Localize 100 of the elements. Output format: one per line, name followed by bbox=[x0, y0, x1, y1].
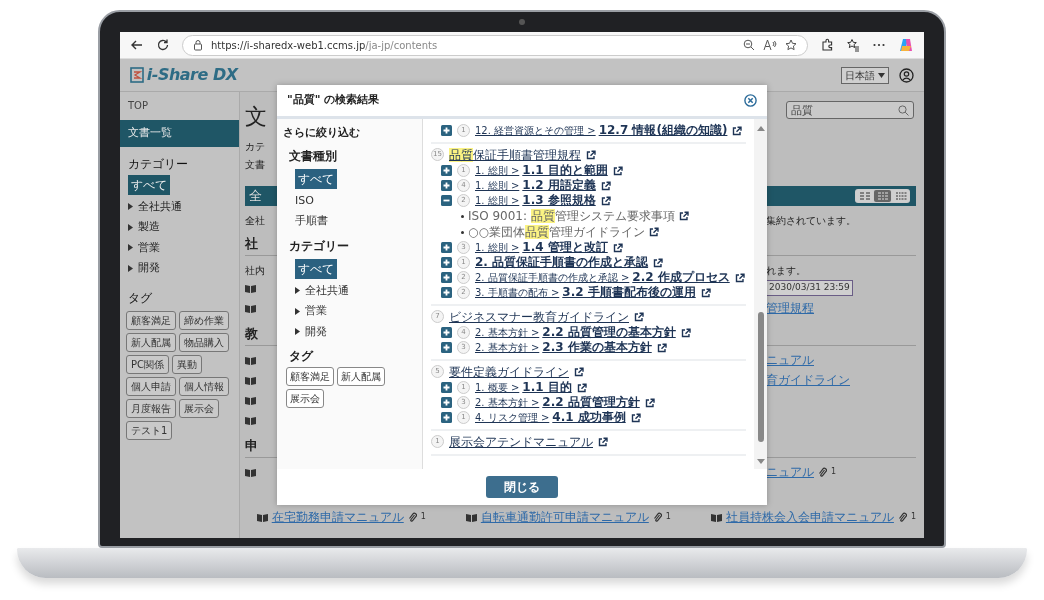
section-heading: 教 bbox=[244, 325, 258, 341]
external-link-icon bbox=[678, 211, 689, 221]
tag-chip[interactable]: 新人配属 bbox=[126, 332, 176, 352]
section-heading: 社 bbox=[244, 235, 258, 251]
tag-chip[interactable]: 顧客満足 bbox=[126, 310, 176, 330]
external-link-icon bbox=[586, 149, 596, 160]
expand-icon[interactable] bbox=[441, 327, 452, 338]
dialog-title: "品質" の検索結果 bbox=[287, 92, 380, 109]
tag-chip[interactable]: 展示会 bbox=[179, 398, 219, 418]
close-icon[interactable] bbox=[744, 94, 757, 107]
category-item[interactable]: 全社共通 bbox=[138, 198, 182, 215]
category-item[interactable]: 全社共通 bbox=[305, 282, 349, 299]
expand-icon[interactable] bbox=[441, 125, 452, 136]
book-icon bbox=[244, 283, 256, 293]
expand-triangle-icon[interactable] bbox=[295, 328, 300, 336]
copilot-icon[interactable] bbox=[898, 37, 914, 53]
expand-icon[interactable] bbox=[441, 412, 452, 423]
document-link[interactable]: 要件定義ガイドライン bbox=[449, 362, 569, 381]
back-icon[interactable] bbox=[130, 38, 144, 52]
close-button[interactable]: 閉じる bbox=[486, 476, 558, 498]
category-item[interactable]: 営業 bbox=[138, 239, 160, 256]
expand-icon[interactable] bbox=[441, 165, 452, 176]
category-item[interactable]: すべて bbox=[128, 174, 170, 195]
attachment-count: 1 bbox=[665, 511, 671, 523]
external-link-icon bbox=[600, 195, 611, 206]
scrollbar[interactable] bbox=[754, 119, 767, 469]
body-text: 文書 bbox=[244, 158, 265, 170]
scroll-down-icon[interactable] bbox=[756, 459, 765, 465]
expand-icon[interactable] bbox=[441, 180, 452, 191]
external-link-icon bbox=[644, 397, 655, 408]
paperclip-icon bbox=[897, 511, 907, 523]
tag-chip[interactable]: 展示会 bbox=[285, 388, 324, 408]
reload-icon[interactable] bbox=[156, 38, 170, 52]
attachment-count: 1 bbox=[910, 511, 916, 523]
expand-icon[interactable] bbox=[441, 287, 452, 298]
tag-chip[interactable]: 新人配属 bbox=[336, 367, 385, 386]
category-item[interactable]: 製造 bbox=[138, 219, 160, 236]
external-link-icon bbox=[653, 257, 664, 268]
expand-triangle-icon[interactable] bbox=[295, 287, 300, 295]
paperclip-icon bbox=[407, 511, 417, 523]
read-aloud-icon[interactable] bbox=[763, 39, 777, 51]
category-item[interactable]: 営業 bbox=[305, 303, 327, 320]
tag-chip[interactable]: 顧客満足 bbox=[285, 367, 334, 386]
bullet-dot bbox=[461, 230, 464, 234]
scroll-up-icon[interactable] bbox=[756, 125, 765, 131]
category-item[interactable]: 開発 bbox=[305, 323, 327, 340]
tag-chip[interactable]: 月度報告 bbox=[126, 398, 176, 418]
puzzle-icon[interactable] bbox=[820, 38, 834, 52]
filter-option[interactable]: ISO bbox=[295, 192, 314, 209]
search-field[interactable]: 品質 bbox=[786, 101, 914, 119]
collapse-icon[interactable] bbox=[441, 195, 452, 206]
search-icon bbox=[898, 105, 909, 116]
category-item[interactable]: 開発 bbox=[138, 260, 160, 277]
expand-triangle-icon[interactable] bbox=[295, 307, 300, 315]
lock-icon bbox=[193, 39, 203, 51]
view-toggle-button[interactable] bbox=[874, 190, 891, 202]
user-icon[interactable] bbox=[899, 67, 914, 83]
section-heading: 申 bbox=[244, 437, 258, 453]
star-icon[interactable] bbox=[785, 39, 797, 51]
section-link[interactable]: 4. リスク管理 > 4.1 成功事例 bbox=[475, 408, 626, 427]
external-link-icon bbox=[576, 382, 587, 393]
tag-chip[interactable]: 物品購入 bbox=[179, 332, 229, 352]
tag-chip[interactable]: PC関係 bbox=[126, 354, 169, 374]
expand-triangle-icon[interactable] bbox=[128, 264, 133, 272]
document-link[interactable]: 展示会アテンドマニュアル bbox=[449, 432, 593, 451]
url-text: https://i-sharedx-web1.ccms.jp/ja-jp/contents bbox=[211, 38, 438, 53]
section-title: 全 bbox=[248, 188, 262, 204]
filter-option[interactable]: すべて bbox=[295, 168, 337, 189]
attachment-count: 1 bbox=[831, 466, 837, 478]
sidebar-nav-item[interactable]: 文書一覧 bbox=[120, 120, 239, 147]
breadcrumb-link[interactable]: TOP bbox=[120, 98, 239, 114]
expand-icon[interactable] bbox=[441, 382, 452, 393]
tag-chip[interactable]: 締め作業 bbox=[179, 310, 229, 330]
expand-triangle-icon[interactable] bbox=[128, 244, 133, 252]
logo-icon bbox=[130, 67, 144, 83]
section-link[interactable]: 3. 手順書の配布 > 3.2 手順書配布後の運用 bbox=[475, 283, 696, 302]
address-bar[interactable]: https://i-sharedx-web1.ccms.jp/ja-jp/contents bbox=[182, 34, 808, 56]
expand-icon[interactable] bbox=[441, 397, 452, 408]
external-link-icon bbox=[732, 125, 743, 136]
filter-option[interactable]: 手順書 bbox=[295, 213, 328, 230]
expand-triangle-icon[interactable] bbox=[128, 223, 133, 231]
favorites-icon[interactable] bbox=[846, 38, 860, 52]
language-dropdown[interactable]: 日本語 bbox=[841, 66, 889, 84]
logo-text: i-Share DX bbox=[146, 64, 238, 86]
tag-chip[interactable]: テスト1 bbox=[126, 420, 173, 440]
external-link-icon bbox=[612, 165, 623, 176]
expand-icon[interactable] bbox=[441, 242, 452, 253]
book-icon bbox=[244, 395, 256, 405]
expand-icon[interactable] bbox=[441, 342, 452, 353]
tag-chip[interactable]: 個人情報 bbox=[179, 376, 229, 396]
tag-chip[interactable]: 個人申請 bbox=[126, 376, 176, 396]
expand-icon[interactable] bbox=[441, 257, 452, 268]
zoom-out-icon[interactable] bbox=[743, 39, 755, 51]
tag-chip[interactable]: 異動 bbox=[172, 354, 202, 374]
category-item[interactable]: すべて bbox=[295, 258, 337, 279]
expand-icon[interactable] bbox=[441, 272, 452, 283]
body-text: 社内 bbox=[244, 264, 265, 276]
scrollbar-thumb[interactable] bbox=[757, 312, 764, 442]
expand-triangle-icon[interactable] bbox=[128, 203, 133, 211]
external-link-icon bbox=[656, 342, 667, 353]
